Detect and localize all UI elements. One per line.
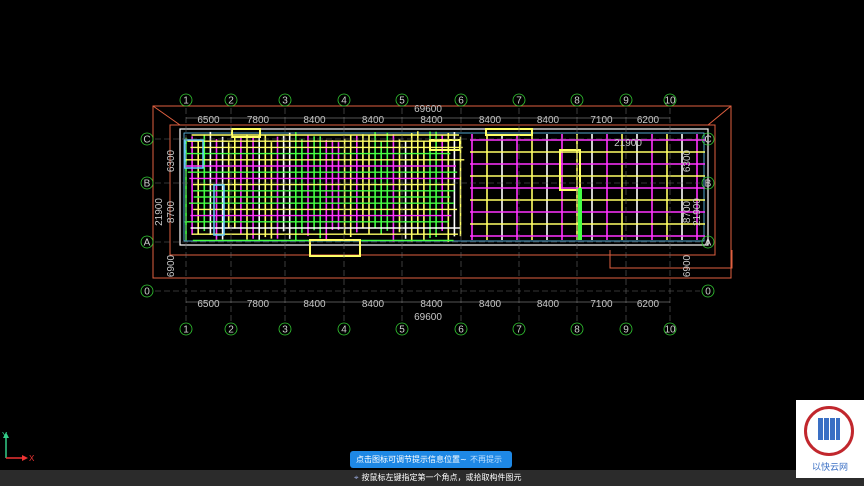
left-total-dimension: 21900 — [154, 198, 165, 226]
span-dimension: 6200 — [637, 115, 660, 126]
ucs-y-label: Y — [2, 431, 8, 440]
dismiss-tip-button[interactable]: 不再提示 — [470, 451, 512, 468]
span-dimension: 8400 — [479, 115, 502, 126]
span-dimension: 6200 — [637, 299, 660, 310]
grid-column-label: 7 — [516, 96, 522, 107]
total-dimension: 69600 — [414, 312, 442, 323]
beam-accent — [485, 128, 533, 136]
grid-row-label: 0 — [144, 287, 150, 298]
span-dimension: 8400 — [479, 299, 502, 310]
span-dimension: 8400 — [537, 299, 560, 310]
logo-text: 以快云网 — [811, 463, 848, 473]
grid-column-label: 9 — [623, 96, 629, 107]
grid-column-label: 10 — [664, 325, 676, 336]
grid-column-label: 5 — [399, 325, 405, 336]
outline-corner — [707, 105, 732, 126]
grid-column-label: 9 — [623, 325, 629, 336]
beam-accent — [309, 239, 361, 257]
grid-column-label: 8 — [574, 96, 580, 107]
span-dimension: 8400 — [362, 299, 385, 310]
outline-corner — [152, 105, 181, 126]
right-dimension: 6900 — [682, 254, 693, 277]
grid-row-label: C — [704, 135, 711, 146]
grid-column-label: 6 — [458, 96, 464, 107]
ucs-axis-icon: Y X — [2, 430, 36, 463]
top-right-dimension: 21900 — [614, 138, 642, 149]
grid-column-label: 4 — [341, 325, 347, 336]
grid-column-label: 8 — [574, 325, 580, 336]
left-dimension: 8700 — [166, 200, 177, 223]
grid-column-label: 10 — [664, 96, 676, 107]
grid-row-label: C — [143, 135, 150, 146]
tip-message[interactable]: 点击图标可调节提示信息位置~ — [350, 451, 470, 468]
span-dimension: 7100 — [590, 299, 613, 310]
span-dimension: 7800 — [247, 299, 270, 310]
span-dimension: 8400 — [303, 115, 326, 126]
span-dimension: 8400 — [303, 299, 326, 310]
span-dimension: 7800 — [247, 115, 270, 126]
ucs-x-label: X — [29, 454, 35, 462]
grid-column-label: 4 — [341, 96, 347, 107]
grid-column-label: 6 — [458, 325, 464, 336]
left-dimension: 6300 — [166, 149, 177, 172]
span-dimension: 8400 — [537, 115, 560, 126]
grid-row-label: A — [144, 238, 151, 249]
grid-row-label: A — [705, 238, 712, 249]
span-dimension: 6500 — [197, 115, 220, 126]
grid-column-label: 5 — [399, 96, 405, 107]
grid-row-label: 0 — [705, 287, 711, 298]
grid-column-label: 7 — [516, 325, 522, 336]
span-dimension: 7100 — [590, 115, 613, 126]
logo-cube-icon — [818, 418, 840, 440]
grid-column-label: 2 — [228, 325, 234, 336]
grid-annotations: 1 1 2 2 3 3 4 4 5 5 6 6 7 7 8 8 9 9 10 10 C C B B A A 0 0 6500 6500 78… — [140, 93, 715, 336]
grid-column-label: 3 — [282, 325, 288, 336]
command-prompt: ⌖ 按鼠标左键指定第一个角点，或拾取构件图元 — [354, 472, 522, 483]
span-dimension: 8400 — [420, 115, 443, 126]
right-dimension: 6300 — [682, 149, 693, 172]
span-dimension: 6500 — [197, 299, 220, 310]
tip-banner[interactable]: 点击图标可调节提示信息位置~ 不再提示 — [350, 451, 512, 468]
annex-outline — [609, 250, 733, 269]
command-prompt-text: 按鼠标左键指定第一个角点，或拾取构件图元 — [361, 473, 522, 482]
total-dimension: 69600 — [414, 104, 442, 115]
crosshair-cursor-icon: ⌖ — [354, 473, 359, 482]
watermark-logo: 以快云网 — [796, 400, 864, 478]
grid-column-label: 1 — [183, 325, 189, 336]
grid-column-label: 1 — [183, 96, 189, 107]
cad-drawing-canvas[interactable]: 1 1 2 2 3 3 4 4 5 5 6 6 7 7 8 8 9 9 10 10 C C B B A A 0 0 6500 6500 78… — [0, 0, 864, 486]
right-total-dimension: 21900 — [692, 198, 703, 226]
span-dimension: 8400 — [420, 299, 443, 310]
grid-row-label: B — [144, 179, 151, 190]
grid-column-label: 2 — [228, 96, 234, 107]
grid-row-label: B — [705, 179, 712, 190]
span-dimension: 8400 — [362, 115, 385, 126]
left-dimension: 6900 — [166, 254, 177, 277]
structural-framing — [152, 105, 733, 279]
grid-column-label: 3 — [282, 96, 288, 107]
